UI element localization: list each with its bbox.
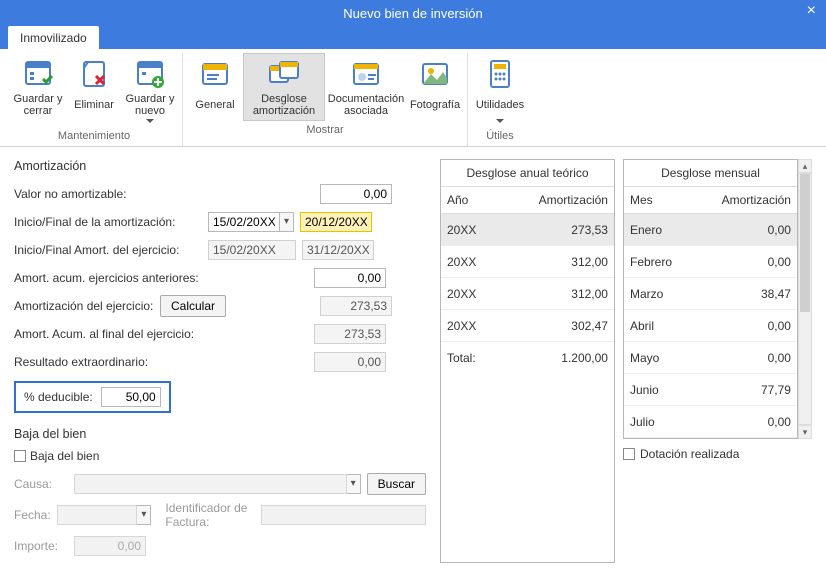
amort-ej-input xyxy=(320,296,392,316)
desglose-label: Desglose amortización xyxy=(246,92,322,118)
ribbon-group-utiles: Utilidades Útiles xyxy=(468,53,532,146)
inicio-amort-input[interactable] xyxy=(208,212,280,232)
buscar-button[interactable]: Buscar xyxy=(367,473,426,495)
importe-input[interactable] xyxy=(74,536,146,556)
desglose-icon xyxy=(268,58,300,90)
inicio-fin-label: Inicio/Final de la amortización: xyxy=(14,215,202,229)
save-new-label: Guardar y nuevo xyxy=(125,92,175,118)
chevron-down-icon xyxy=(496,119,504,124)
save-close-button[interactable]: Guardar y cerrar xyxy=(10,53,66,127)
monthly-scrollbar[interactable]: ▴ ▾ xyxy=(798,159,812,439)
valor-no-label: Valor no amortizable: xyxy=(14,187,202,201)
annual-title: Desglose anual teórico xyxy=(441,160,614,187)
docs-icon xyxy=(350,58,382,90)
save-close-label: Guardar y cerrar xyxy=(13,92,63,118)
docs-button[interactable]: Documentación asociada xyxy=(325,53,407,121)
ribbon-group-mostrar: General Desglose amortización Documentac… xyxy=(183,53,468,146)
monthly-row[interactable]: Mayo0,00 xyxy=(624,342,797,374)
chevron-down-icon xyxy=(146,119,154,124)
close-icon[interactable]: × xyxy=(807,2,816,20)
tab-inmovilizado[interactable]: Inmovilizado xyxy=(8,26,99,49)
monthly-col-amort: Amortización xyxy=(704,187,797,213)
save-new-button[interactable]: Guardar y nuevo xyxy=(122,53,178,127)
fecha-label: Fecha: xyxy=(14,508,51,522)
monthly-row[interactable]: Julio0,00 xyxy=(624,406,797,438)
baja-section-title: Baja del bien xyxy=(14,427,426,441)
inicio-fin-ej-label: Inicio/Final Amort. del ejercicio: xyxy=(14,243,202,257)
monthly-row[interactable]: Marzo38,47 xyxy=(624,278,797,310)
baja-check-label: Baja del bien xyxy=(30,449,99,463)
dotacion-label: Dotación realizada xyxy=(640,447,739,461)
acum-final-input xyxy=(314,324,386,344)
monthly-row[interactable]: Junio77,79 xyxy=(624,374,797,406)
scroll-down-icon[interactable]: ▾ xyxy=(798,425,812,439)
causa-dropdown-icon[interactable]: ▾ xyxy=(347,474,361,494)
annual-total-row: Total:1.200,00 xyxy=(441,342,614,373)
deducible-input[interactable] xyxy=(101,387,161,407)
titlebar: Nuevo bien de inversión × xyxy=(0,0,826,26)
foto-label: Fotografía xyxy=(410,92,460,118)
annual-table: Desglose anual teórico Año Amortización … xyxy=(440,159,615,563)
amort-section-title: Amortización xyxy=(14,159,426,173)
importe-label: Importe: xyxy=(14,539,68,553)
scroll-up-icon[interactable]: ▴ xyxy=(798,159,812,173)
id-factura-label: Identificador de Factura: xyxy=(165,501,255,529)
ribbon-group-title-mant: Mantenimiento xyxy=(10,127,178,144)
monthly-row[interactable]: Febrero0,00 xyxy=(624,246,797,278)
fin-ej-input xyxy=(302,240,374,260)
tabstrip: Inmovilizado xyxy=(0,26,826,49)
general-icon xyxy=(199,58,231,90)
deducible-label: % deducible: xyxy=(24,390,93,404)
annual-row[interactable]: 20XX302,47 xyxy=(441,310,614,342)
calcular-button[interactable]: Calcular xyxy=(160,295,226,317)
save-close-icon xyxy=(22,58,54,90)
calculator-icon xyxy=(484,58,516,90)
monthly-row[interactable]: Enero0,00 xyxy=(624,214,797,246)
window-title: Nuevo bien de inversión xyxy=(343,6,482,21)
desglose-button[interactable]: Desglose amortización xyxy=(243,53,325,121)
delete-icon xyxy=(78,58,110,90)
valor-no-input[interactable] xyxy=(320,184,392,204)
ribbon-group-title-utiles: Útiles xyxy=(472,127,528,144)
deducible-box: % deducible: xyxy=(14,381,171,413)
photo-icon xyxy=(419,58,451,90)
delete-button[interactable]: Eliminar xyxy=(66,53,122,127)
monthly-table: Desglose mensual Mes Amortización Enero0… xyxy=(623,159,798,439)
ribbon: Guardar y cerrar Eliminar Guardar y nuev… xyxy=(0,49,826,147)
save-new-icon xyxy=(134,58,166,90)
annual-col-amort: Amortización xyxy=(521,187,614,213)
fin-amort-input[interactable] xyxy=(300,212,372,232)
general-label: General xyxy=(195,92,234,118)
causa-input[interactable] xyxy=(74,474,347,494)
causa-label: Causa: xyxy=(14,477,68,491)
acum-prev-label: Amort. acum. ejercicios anteriores: xyxy=(14,271,308,285)
dotacion-checkbox[interactable] xyxy=(623,448,635,460)
annual-row[interactable]: 20XX273,53 xyxy=(441,214,614,246)
docs-label: Documentación asociada xyxy=(328,92,404,118)
monthly-col-mes: Mes xyxy=(624,187,704,213)
acum-final-label: Amort. Acum. al final del ejercicio: xyxy=(14,327,308,341)
baja-checkbox[interactable] xyxy=(14,450,26,462)
monthly-title: Desglose mensual xyxy=(624,160,797,187)
fecha-dropdown-icon[interactable]: ▾ xyxy=(137,505,151,525)
monthly-row[interactable]: Abril0,00 xyxy=(624,310,797,342)
delete-label: Eliminar xyxy=(74,92,114,118)
fecha-input[interactable] xyxy=(57,505,137,525)
annual-row[interactable]: 20XX312,00 xyxy=(441,246,614,278)
inicio-ej-input xyxy=(208,240,296,260)
general-button[interactable]: General xyxy=(187,53,243,121)
resultado-label: Resultado extraordinario: xyxy=(14,355,308,369)
utilidades-label: Utilidades xyxy=(476,92,524,118)
annual-row[interactable]: 20XX312,00 xyxy=(441,278,614,310)
utilidades-button[interactable]: Utilidades xyxy=(472,53,528,127)
resultado-input xyxy=(314,352,386,372)
acum-prev-input[interactable] xyxy=(314,268,386,288)
annual-col-year: Año xyxy=(441,187,521,213)
date-dropdown-icon[interactable]: ▾ xyxy=(280,212,294,232)
ribbon-group-title-mostrar: Mostrar xyxy=(187,121,463,138)
foto-button[interactable]: Fotografía xyxy=(407,53,463,121)
amort-ej-label: Amortización del ejercicio: xyxy=(14,299,154,313)
id-factura-input[interactable] xyxy=(261,505,426,525)
ribbon-group-mantenimiento: Guardar y cerrar Eliminar Guardar y nuev… xyxy=(6,53,183,146)
